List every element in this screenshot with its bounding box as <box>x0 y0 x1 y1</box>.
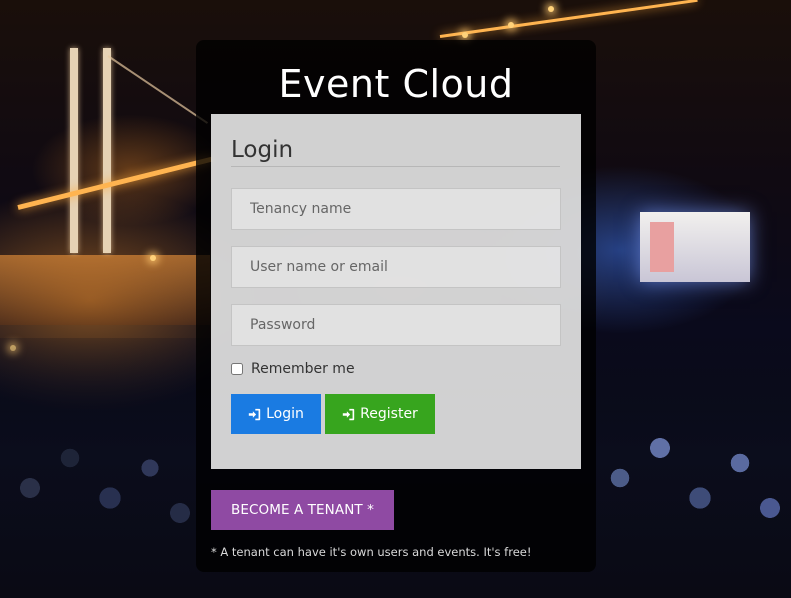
light <box>548 6 554 12</box>
waterfront-building <box>640 212 750 282</box>
light <box>150 255 156 261</box>
register-button[interactable]: Register <box>325 394 435 434</box>
username-input[interactable] <box>231 246 561 288</box>
remember-me-label: Remember me <box>251 361 355 377</box>
light <box>508 22 514 28</box>
bridge-tower-left <box>70 48 78 253</box>
bridge-tower-right <box>103 48 111 253</box>
remember-me-row[interactable]: Remember me <box>231 359 355 379</box>
app-title: Event Cloud <box>278 62 514 106</box>
login-heading: Login <box>231 135 560 167</box>
sign-in-icon <box>248 408 261 421</box>
tenant-note: * A tenant can have it's own users and e… <box>211 545 532 559</box>
light <box>462 32 468 38</box>
login-button[interactable]: Login <box>231 394 321 434</box>
tenancy-name-input[interactable] <box>231 188 561 230</box>
become-tenant-button[interactable]: BECOME A TENANT * <box>211 490 394 530</box>
remember-me-checkbox[interactable] <box>231 363 243 375</box>
password-input[interactable] <box>231 304 561 346</box>
login-button-label: Login <box>266 406 304 422</box>
sign-in-icon <box>342 408 355 421</box>
river-water <box>0 255 210 325</box>
register-button-label: Register <box>360 406 418 422</box>
